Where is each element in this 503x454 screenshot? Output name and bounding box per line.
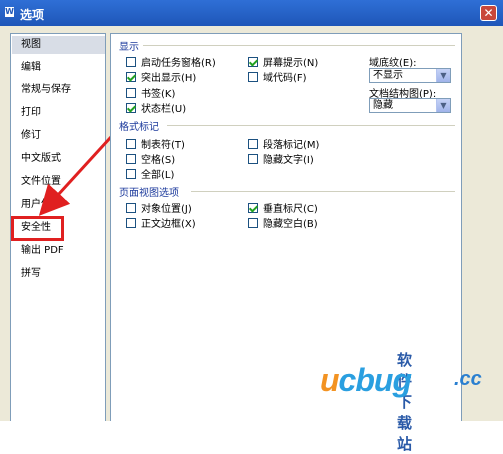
checkbox-highlight[interactable]: 突出显示(H): [126, 69, 196, 84]
checkbox-label: 启动任务窗格(R): [141, 58, 216, 69]
checkbox-label: 书签(K): [141, 89, 176, 100]
watermark-u: u: [320, 362, 340, 398]
checkbox-box[interactable]: [126, 138, 136, 149]
watermark-rest: cbug: [338, 362, 412, 398]
checkbox-tab-chars[interactable]: 制表符(T): [126, 136, 185, 151]
checkbox-box[interactable]: [248, 138, 258, 149]
checkbox-field-codes[interactable]: 域代码(F): [248, 69, 307, 84]
checkbox-box[interactable]: [248, 217, 258, 228]
chevron-down-icon[interactable]: ▼: [436, 99, 450, 112]
checkbox-label: 空格(S): [141, 155, 176, 166]
checkbox-object-anchors[interactable]: 对象位置(J): [126, 200, 192, 215]
checkbox-label: 突出显示(H): [141, 73, 197, 84]
watermark-main-text: ucbug: [320, 362, 412, 399]
select-value: 不显示: [373, 70, 403, 81]
checkbox-label: 域代码(F): [263, 73, 307, 84]
section-title-page-view: 页面视图选项: [119, 188, 179, 199]
chevron-down-icon[interactable]: ▼: [436, 69, 450, 82]
right-margin-area: [463, 33, 498, 421]
checkbox-box[interactable]: [126, 153, 136, 164]
checkbox-box[interactable]: [126, 168, 136, 179]
checkbox-all-marks[interactable]: 全部(L): [126, 166, 174, 181]
section-title-format-marks: 格式标记: [119, 122, 159, 133]
section-divider: [143, 45, 455, 46]
checkbox-box[interactable]: [248, 56, 258, 67]
checkbox-hide-whitespace[interactable]: 隐藏空白(B): [248, 215, 318, 230]
checkbox-label: 全部(L): [141, 170, 175, 181]
checkbox-label: 屏幕提示(N): [263, 58, 319, 69]
checkbox-box[interactable]: [126, 87, 136, 98]
checkbox-status-bar[interactable]: 状态栏(U): [126, 100, 186, 115]
checkbox-text-boundaries[interactable]: 正文边框(X): [126, 215, 196, 230]
checkbox-box[interactable]: [126, 202, 136, 213]
checkbox-box[interactable]: [126, 56, 136, 67]
checkbox-spaces[interactable]: 空格(S): [126, 151, 175, 166]
checkbox-box[interactable]: [248, 202, 258, 213]
checkbox-box[interactable]: [126, 102, 136, 113]
checkbox-vertical-ruler[interactable]: 垂直标尺(C): [248, 200, 318, 215]
checkbox-screen-tips[interactable]: 屏幕提示(N): [248, 54, 318, 69]
field-shading-select[interactable]: 不显示 ▼: [369, 68, 451, 83]
checkbox-box[interactable]: [248, 71, 258, 82]
section-divider: [191, 191, 455, 192]
checkbox-label: 隐藏文字(I): [263, 155, 314, 166]
checkbox-label: 状态栏(U): [141, 104, 187, 115]
checkbox-box[interactable]: [126, 71, 136, 82]
checkbox-label: 隐藏空白(B): [263, 219, 318, 230]
checkbox-label: 正文边框(X): [141, 219, 196, 230]
checkbox-hidden-text[interactable]: 隐藏文字(I): [248, 151, 314, 166]
checkbox-label: 段落标记(M): [263, 140, 320, 151]
checkbox-bookmarks[interactable]: 书签(K): [126, 85, 175, 100]
checkbox-box[interactable]: [248, 153, 258, 164]
checkbox-startup-task-pane[interactable]: 启动任务窗格(R): [126, 54, 216, 69]
checkbox-box[interactable]: [126, 217, 136, 228]
doc-map-select[interactable]: 隐藏 ▼: [369, 98, 451, 113]
checkbox-paragraph-marks[interactable]: 段落标记(M): [248, 136, 319, 151]
section-title-display: 显示: [119, 42, 139, 53]
checkbox-label: 制表符(T): [141, 140, 185, 151]
field-shading-label: 域底纹(E):: [369, 58, 417, 69]
checkbox-label: 对象位置(J): [141, 204, 192, 215]
watermark-suffix: .cc: [454, 368, 482, 390]
section-divider: [167, 125, 455, 126]
select-value: 隐藏: [373, 100, 393, 111]
checkbox-label: 垂直标尺(C): [263, 204, 318, 215]
